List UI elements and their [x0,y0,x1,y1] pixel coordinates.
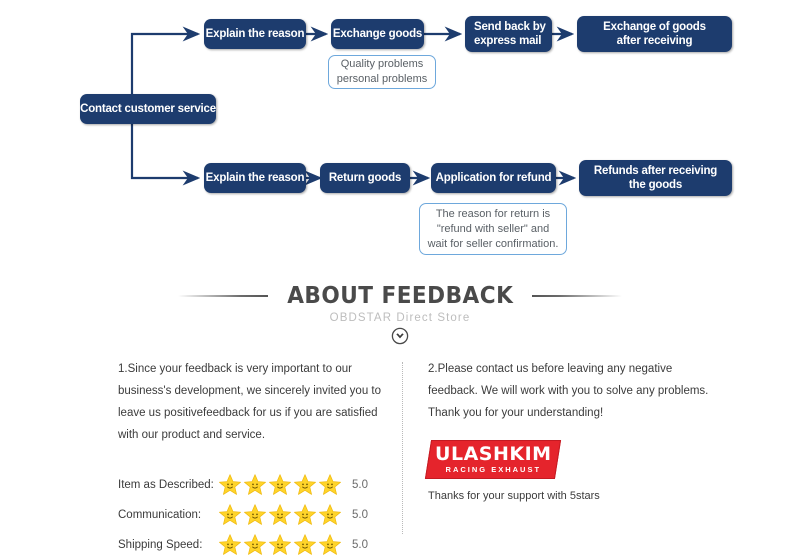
logo-tagline: RACING EXHAUST [445,465,541,475]
smiley-star-icon [244,534,266,555]
flow-node-label: Send back by express mail [474,20,546,48]
ratings-list: Item as Described: 5.0 Communication: 5.… [118,470,393,560]
flow-node-label: Contact customer service [80,103,216,115]
rating-stars [218,503,342,527]
flow-node-label: Exchange goods [332,28,423,40]
smiley-star-icon [244,504,266,525]
smiley-star-icon [269,504,291,525]
title-rule-left [177,295,268,297]
flow-callout-quality-problems: Quality problems personal problems [328,55,436,89]
smiley-star-icon [219,534,241,555]
flow-node-exchange-of-goods-after-receiving[interactable]: Exchange of goods after receiving [577,16,732,52]
feedback-column-left: 1.Since your feedback is very important … [118,358,393,560]
about-feedback-header: ABOUT FEEDBACK OBDSTAR Direct Store [0,283,800,345]
rating-label: Item as Described: [118,479,214,491]
flow-node-label: Return goods [328,172,402,184]
flow-node-label: Exchange of goods after receiving [603,20,706,48]
flow-node-label: Application for refund [435,172,552,184]
flow-node-application-for-refund[interactable]: Application for refund [431,163,556,193]
logo-inner: ULASHKIM RACING EXHAUST [434,443,552,475]
flow-node-explain-the-reason-bottom[interactable]: Explain the reason [204,163,306,193]
flow-node-label-line: after receiving [616,35,693,47]
rating-row: Shipping Speed: 5.0 [118,530,393,560]
flow-node-send-back-by-express-mail[interactable]: Send back by express mail [465,16,552,52]
callout-line: personal problems [336,73,428,85]
rating-stars [218,533,342,557]
flow-node-explain-the-reason-top[interactable]: Explain the reason [204,19,306,49]
store-subtitle: OBDSTAR Direct Store [329,312,471,324]
smiley-star-icon [319,474,341,495]
flow-node-label: Refunds after receiving the goods [594,164,717,192]
flow-node-label-line: Exchange of goods [603,21,706,33]
rating-label: Shipping Speed: [118,539,203,551]
feedback-column-right: 2.Please contact us before leaving any n… [424,358,718,502]
smiley-star-icon [269,534,291,555]
logo-brand-name: ULASHKIM [434,443,552,466]
rating-row: Communication: 5.0 [118,500,393,530]
flow-node-label-line: Refunds after receiving [593,165,718,177]
flow-node-label-line: express mail [474,35,542,47]
flow-node-exchange-goods[interactable]: Exchange goods [331,19,424,49]
thanks-text: Thanks for your support with 5stars [428,490,600,502]
flow-node-label: Explain the reason [205,28,305,40]
rating-score: 5.0 [352,509,368,521]
smiley-star-icon [269,474,291,495]
rating-stars [218,473,342,497]
flow-node-return-goods[interactable]: Return goods [320,163,410,193]
callout-line: "refund with seller" and [436,222,550,235]
smiley-star-icon [294,504,316,525]
feedback-paragraph-1: 1.Since your feedback is very important … [118,363,382,441]
smiley-star-icon [219,474,241,495]
rating-row: Item as Described: 5.0 [118,470,393,500]
rating-score: 5.0 [352,539,368,551]
callout-line: The reason for return is [435,207,551,220]
flow-node-label: Explain the reason [205,172,305,184]
flow-node-contact-customer-service[interactable]: Contact customer service [80,94,216,124]
ulashkim-logo: ULASHKIM RACING EXHAUST [424,440,562,479]
rating-label: Communication: [118,509,202,521]
page-title: ABOUT FEEDBACK [286,283,514,309]
chevron-down-circle-icon[interactable] [391,327,409,345]
smiley-star-icon [244,474,266,495]
flow-diagram: Contact customer service Explain the rea… [0,0,800,275]
smiley-star-icon [319,504,341,525]
flow-node-label-line: Send back by [474,21,546,33]
rating-score: 5.0 [352,479,368,491]
smiley-star-icon [294,534,316,555]
smiley-star-icon [294,474,316,495]
feedback-title-row: ABOUT FEEDBACK [0,283,800,309]
title-rule-right [532,295,623,297]
smiley-star-icon [219,504,241,525]
column-divider [402,362,403,534]
flow-callout-reason-for-return: The reason for return is "refund with se… [419,203,567,255]
chevron-down-circle-wrap[interactable] [0,327,800,345]
flow-node-refunds-after-receiving-the-goods[interactable]: Refunds after receiving the goods [579,160,732,196]
feedback-body: 1.Since your feedback is very important … [0,358,800,555]
callout-line: Quality problems [340,58,424,70]
callout-line: wait for seller confirmation. [427,237,559,250]
feedback-paragraph-2: 2.Please contact us before leaving any n… [428,363,709,419]
flow-node-label-line: the goods [628,179,683,191]
smiley-star-icon [319,534,341,555]
